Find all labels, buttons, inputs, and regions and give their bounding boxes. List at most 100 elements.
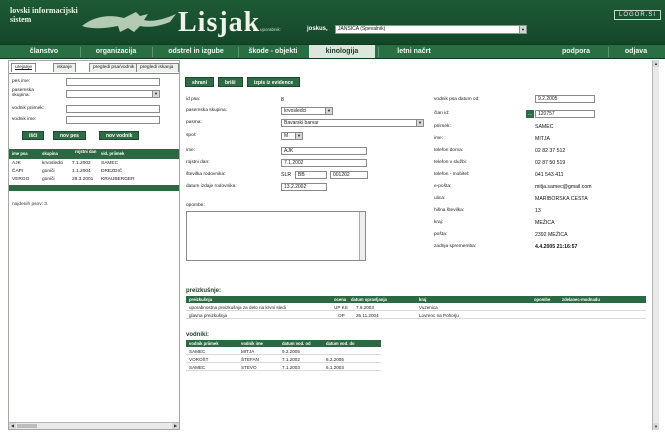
label-opombe: opombe: — [186, 203, 205, 208]
select-pasma[interactable]: Bavarski barvar ▼ — [281, 119, 424, 127]
logout-button[interactable]: LOGOR.SI — [613, 10, 661, 20]
tab-pregledi-psa[interactable]: pregledi psa/vodnik — [89, 63, 139, 72]
value-rodovnik-prefix: SLR — [281, 172, 292, 178]
table-row[interactable]: VOROŠT ŠTEFAN 7.1.2002 8.2.2005 — [186, 356, 381, 363]
value-telefon-doma: 02 82 37 512 — [535, 148, 566, 154]
cell: 7.1.2002 — [282, 357, 300, 362]
table-row[interactable]: uporabnostna preizkušnja za delo na krvn… — [186, 304, 646, 311]
pick-member-icon[interactable]: … — [526, 110, 534, 118]
cell: 28.3.2001 — [72, 177, 94, 182]
tab-iskanje[interactable]: iskanje — [53, 63, 76, 72]
cell: krvosledci — [42, 161, 64, 166]
input-pes-ime[interactable] — [66, 78, 160, 86]
cell: ŠTEFAN — [241, 357, 259, 362]
scroll-right-icon[interactable]: ▶ — [172, 423, 179, 429]
table-row[interactable]: ČAPI goniči 1.1.2004 DREZDIČ — [9, 168, 179, 176]
nav-odjava[interactable]: odjava — [612, 45, 660, 58]
select-pasemska-skupina[interactable]: krvosledci ▼ — [281, 107, 333, 115]
tab-pregledi-iskanja[interactable]: pregledi iskanja — [136, 63, 179, 72]
nav-odstrel[interactable]: odstrel in izgube — [156, 45, 236, 58]
input-datum-izdaje[interactable]: 13.2.2002 — [281, 183, 327, 191]
nav-divider — [608, 47, 609, 57]
label-hisna-stevilka: hišna številka: — [434, 208, 465, 213]
chevron-down-icon[interactable]: ▼ — [519, 26, 526, 33]
value-e-posta[interactable]: mitja.samec@gmail.com — [535, 184, 592, 190]
cell: ČAPI — [12, 169, 24, 174]
nav-divider — [152, 47, 153, 57]
cell: Vuzenica — [419, 305, 438, 310]
tab-urejanje[interactable]: urejanje — [11, 63, 37, 72]
value-ime-vodnika: MITJA — [535, 136, 550, 142]
user-select[interactable]: JANSICA (Spevalnik) ▼ — [335, 25, 527, 34]
scroll-left-icon[interactable]: ◀ — [9, 423, 16, 429]
input-vodnik-priimek[interactable] — [66, 105, 160, 113]
input-rodovnik-koda[interactable]: BB — [295, 171, 327, 179]
table-row[interactable]: VERGO goniči 28.3.2001 KRAUBERGER — [9, 176, 179, 184]
table-row[interactable]: SAMEC STEVO 7.1.2003 6.1.2003 — [186, 364, 381, 371]
save-button[interactable]: shrani — [185, 77, 215, 87]
table-row-selected[interactable] — [9, 185, 179, 191]
remove-from-records-button[interactable]: izpis iz evidence — [247, 77, 301, 87]
table-header: vodnik priimek vodnik ime datum vod. od … — [186, 340, 381, 347]
input-ime[interactable]: AJK — [281, 147, 367, 155]
col-header: vodnik ime — [241, 341, 263, 346]
label-stevilka-rodovnika: številka rodovnika: — [186, 172, 226, 177]
col-header: datum opravljanja — [351, 297, 387, 302]
chevron-down-icon[interactable]: ▼ — [152, 91, 159, 97]
scroll-down-icon[interactable]: ▼ — [653, 423, 659, 430]
search-button[interactable]: išči — [22, 131, 45, 140]
col-header: skupina — [42, 151, 58, 156]
content-scrollbar[interactable]: ▲ ▼ — [652, 60, 659, 430]
scroll-up-icon[interactable]: ▲ — [653, 60, 659, 67]
table-row[interactable]: glavna preizkušnja OP 25.11.2004 Lovrenc… — [186, 312, 646, 319]
input-clan-id[interactable]: 120757 — [535, 110, 595, 118]
label-datum-izdaje: datum izdaje rodovnika: — [186, 184, 237, 189]
sidebar-scrollbar[interactable]: ◀ ▶ — [9, 422, 179, 429]
input-rodovnik-stevilka[interactable]: 001202 — [330, 171, 368, 179]
cell: goniči — [42, 169, 55, 174]
input-rojstni-dan[interactable]: 7.1.2002 — [281, 159, 367, 167]
label-zadnja-sprememba: zadnja sprememba: — [434, 244, 477, 249]
col-header: preizkušnja — [189, 297, 213, 302]
system-title: lovski informacijski sistem — [10, 6, 78, 24]
nav-divider — [80, 47, 81, 57]
value-hisna-stevilka: 13 — [535, 208, 541, 214]
label-e-posta: e-pošta: — [434, 184, 452, 189]
textarea-scrollbar[interactable] — [359, 212, 365, 260]
label-kraj: kraj: — [434, 220, 444, 225]
col-header: ocena — [334, 297, 347, 302]
dog-detail-panel: shrani briši izpis iz evidence id psa: 8… — [181, 60, 659, 430]
nav-letni-nacrt[interactable]: letni načrt — [382, 45, 446, 58]
chevron-down-icon[interactable]: ▼ — [416, 120, 423, 126]
new-handler-button[interactable]: nov vodnik — [99, 131, 140, 140]
nav-organizacija[interactable]: organizacija — [84, 45, 148, 58]
input-vodnik-datum-od[interactable]: 9.2.2005 — [535, 95, 595, 103]
table-row[interactable]: AJK krvosledci 7.1.2002 SAMEC — [9, 160, 179, 168]
chevron-down-icon[interactable]: ▼ — [325, 108, 332, 114]
nav-kinologija[interactable]: kinologija — [309, 45, 375, 58]
select-pasemska-skupina[interactable]: ▼ — [66, 90, 160, 98]
input-vodnik-ime[interactable] — [66, 116, 160, 124]
label-ime-vodnika: ime: — [434, 136, 444, 141]
textarea-opombe[interactable] — [186, 211, 366, 261]
table-row[interactable]: SAMEC MITJA 9.2.2005 — [186, 348, 381, 355]
delete-button[interactable]: briši — [218, 77, 243, 87]
col-header: zdelanec-modnadu — [562, 297, 600, 302]
new-dog-button[interactable]: nov pes — [53, 131, 86, 140]
cell: Lovrenc na Pohorju — [419, 313, 459, 318]
nav-divider — [378, 47, 379, 57]
chevron-down-icon[interactable]: ▼ — [295, 133, 302, 139]
select-spol[interactable]: M ▼ — [281, 132, 303, 140]
col-header: datum vod. do — [326, 341, 355, 346]
label-pasma: pasma: — [186, 120, 202, 125]
cell: glavna preizkušnja — [189, 313, 228, 318]
scroll-thumb[interactable] — [17, 424, 37, 428]
nav-skode[interactable]: škode - objekti — [240, 45, 306, 58]
value-telefon-mobitel: 041 543 411 — [535, 172, 564, 178]
value-posta: 2392 MEŽICA — [535, 232, 568, 238]
select-value: Bavarski barvar — [284, 120, 319, 126]
cell: VOROŠT — [189, 357, 209, 362]
nav-podpora[interactable]: podpora — [548, 45, 604, 58]
cell: 7.1.2003 — [282, 365, 300, 370]
nav-clanstvo[interactable]: članstvo — [16, 45, 72, 58]
